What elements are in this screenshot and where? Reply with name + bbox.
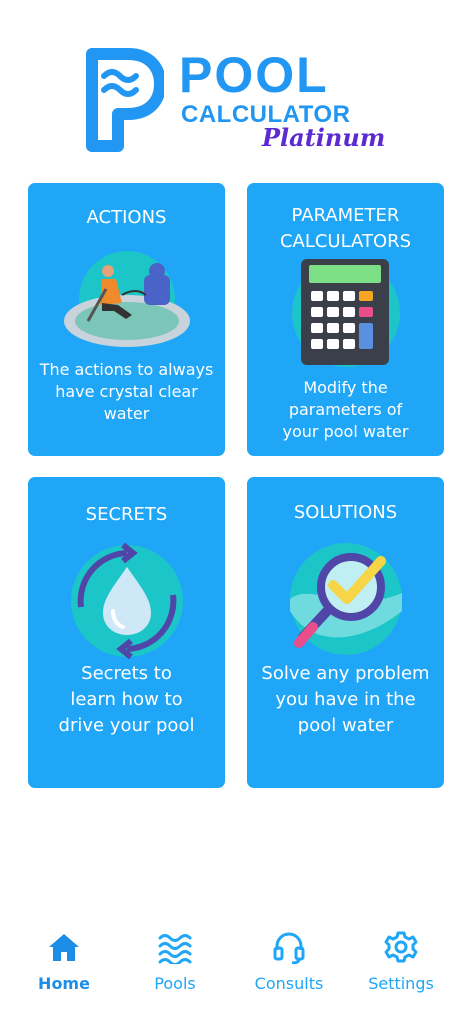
logo-edition: Platinum [262, 123, 386, 152]
bottom-navigation: Home Pools Consults Settings [0, 918, 472, 1024]
parameter-calculators-card[interactable]: PARAMETER CALCULATORS Modify the paramet… [247, 183, 444, 456]
solutions-card[interactable]: SOLUTIONS Solve any problem you have in … [247, 477, 444, 788]
nav-home[interactable]: Home [9, 930, 119, 993]
card-description: Modify the parameters of your pool water [282, 378, 409, 441]
magnifier-check-icon [289, 543, 402, 655]
nav-consults[interactable]: Consults [234, 930, 344, 993]
pool-logo-icon [86, 48, 164, 152]
headset-icon [273, 932, 305, 964]
nav-label: Settings [368, 974, 434, 993]
card-title: SOLUTIONS [293, 502, 398, 523]
nav-label: Pools [154, 974, 196, 993]
nav-label: Home [38, 974, 90, 993]
card-title: SECRETS [85, 504, 168, 525]
calculator-icon [291, 259, 400, 367]
water-drop-cycle-icon [70, 542, 183, 659]
nav-settings[interactable]: Settings [346, 930, 456, 993]
gear-icon [384, 931, 418, 963]
pool-cleaner-icon [63, 251, 190, 347]
card-description: Solve any problem you have in the pool w… [261, 663, 430, 736]
card-description: Secrets to learn how to drive your pool [58, 663, 195, 736]
actions-card[interactable]: ACTIONS The actions to always have cryst… [28, 183, 225, 456]
nav-pools[interactable]: Pools [120, 930, 230, 993]
home-icon [49, 934, 79, 961]
secrets-card[interactable]: SECRETS Secrets to learn how to drive yo… [28, 477, 225, 788]
nav-label: Consults [254, 974, 324, 993]
app-logo: POOL CALCULATOR Platinum [84, 44, 386, 156]
card-title: ACTIONS [86, 207, 167, 228]
logo-title: POOL [179, 47, 329, 103]
waves-icon [158, 934, 192, 964]
card-description: The actions to always have crystal clear… [39, 360, 214, 423]
card-title: PARAMETER CALCULATORS [279, 205, 412, 252]
